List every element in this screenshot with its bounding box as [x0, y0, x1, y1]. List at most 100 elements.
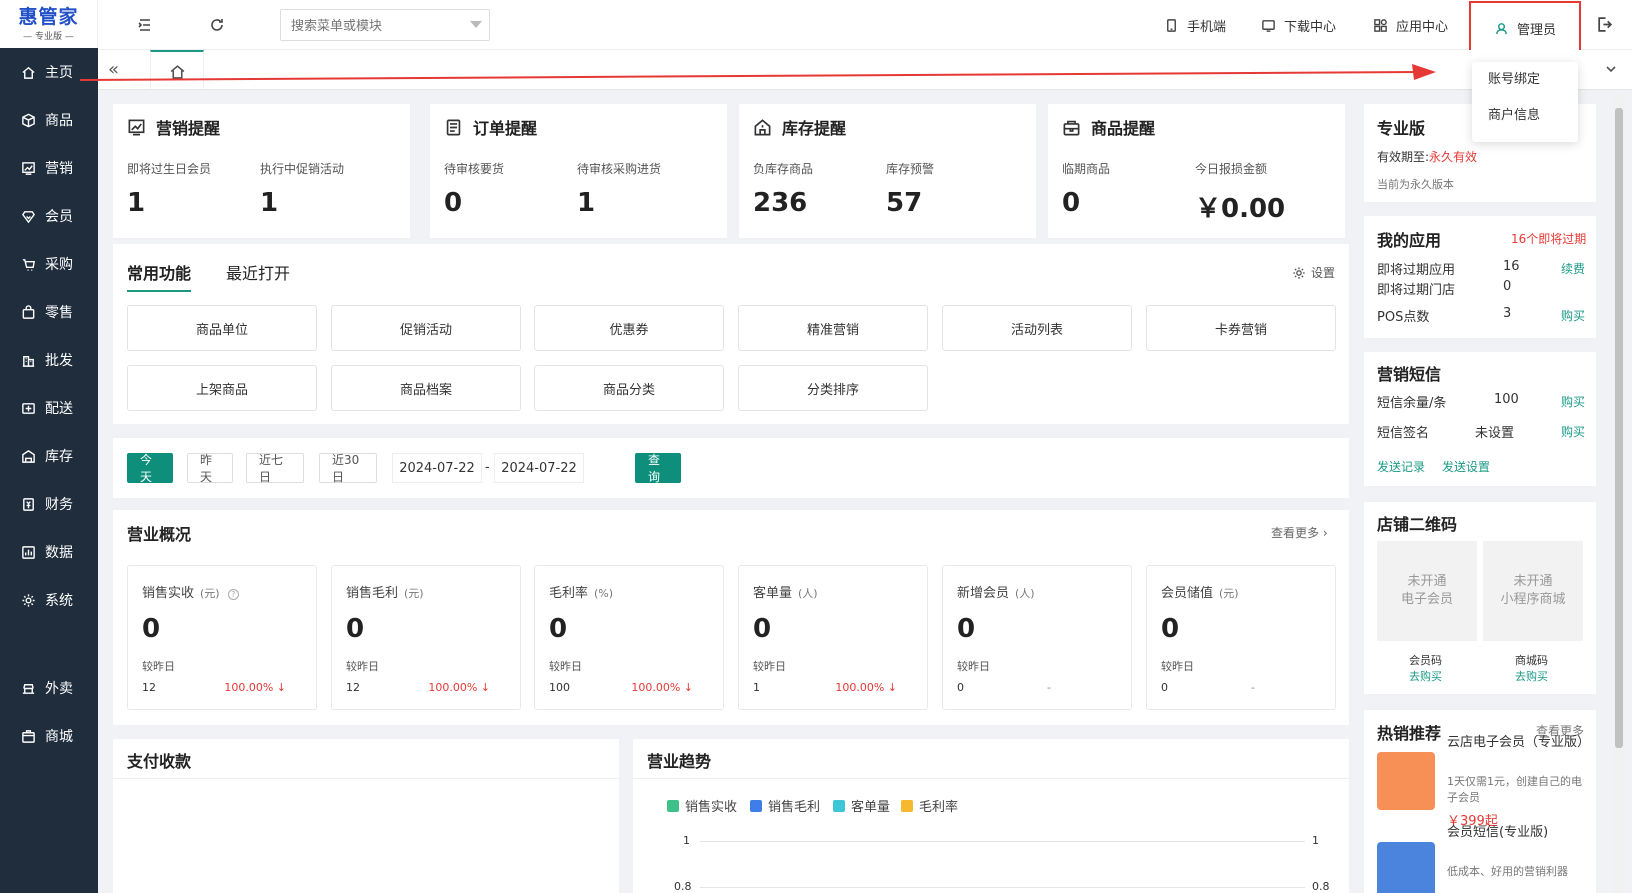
function-button-5[interactable]: 卡券营销: [1146, 305, 1336, 351]
qrcode-buy-link[interactable]: 去购买: [1515, 668, 1548, 684]
product-thumbnail[interactable]: [1377, 752, 1435, 810]
sidebar-item-11[interactable]: 系统: [0, 576, 98, 624]
sidebar-item-5[interactable]: 零售: [0, 288, 98, 336]
legend-item-2[interactable]: 客单量: [833, 796, 890, 815]
logout-icon[interactable]: [1596, 16, 1613, 37]
dropdown-item-account-binding[interactable]: 账号绑定: [1472, 62, 1578, 98]
overview-title: 营业概况: [127, 525, 192, 544]
tab-row: «: [98, 50, 1632, 90]
sidebar-item-9[interactable]: 财务: [0, 480, 98, 528]
trend-card: [633, 739, 1349, 893]
legend-item-0[interactable]: 销售实收: [667, 796, 737, 815]
send-settings-link[interactable]: 发送设置: [1442, 458, 1490, 475]
dropdown-item-merchant-info[interactable]: 商户信息: [1472, 98, 1578, 134]
query-button[interactable]: 查询: [635, 453, 681, 484]
app-center-link[interactable]: 应用中心: [1373, 14, 1448, 36]
payment-divider: [113, 778, 619, 779]
sidebar-item-7[interactable]: 配送: [0, 384, 98, 432]
sidebar-item-8[interactable]: 库存: [0, 432, 98, 480]
sidebar-item-4[interactable]: 采购: [0, 240, 98, 288]
legend-item-3[interactable]: 毛利率: [901, 796, 958, 815]
reminder-value[interactable]: 1: [260, 188, 278, 218]
metric-compare-label: 较昨日: [1161, 660, 1194, 673]
metric-box-3[interactable]: 客单量 (人) 0 较昨日 1 100.00% ↓: [738, 565, 928, 710]
menu-search-input[interactable]: [280, 9, 490, 41]
date-last30-button[interactable]: 近30日: [319, 453, 377, 484]
settings-link[interactable]: 设置: [1292, 264, 1335, 281]
hot-item-name[interactable]: 会员短信(专业版): [1447, 824, 1587, 841]
metric-box-4[interactable]: 新增会员 (人) 0 较昨日 0 -: [942, 565, 1132, 710]
function-button-9[interactable]: 分类排序: [738, 365, 928, 411]
date-yesterday-button[interactable]: 昨天: [187, 453, 233, 484]
my-apps-row-action[interactable]: 购买: [1561, 307, 1585, 324]
sidebar-item-6[interactable]: 批发: [0, 336, 98, 384]
tabs-more-icon[interactable]: [1604, 62, 1618, 80]
reminder-value[interactable]: 0: [444, 188, 462, 218]
metric-value: 0: [753, 614, 772, 644]
function-button-4[interactable]: 活动列表: [942, 305, 1132, 351]
page-scrollbar[interactable]: [1614, 94, 1624, 893]
date-today-button[interactable]: 今天: [127, 453, 173, 484]
sms-row-action[interactable]: 购买: [1561, 393, 1585, 410]
hot-item-name[interactable]: 云店电子会员（专业版）: [1447, 734, 1590, 751]
tab-home[interactable]: [150, 50, 204, 90]
sidebar-item-13[interactable]: 商城: [0, 712, 98, 760]
reminder-value[interactable]: 1: [577, 188, 595, 218]
function-button-2[interactable]: 优惠券: [534, 305, 724, 351]
date-last7-button[interactable]: 近七日: [246, 453, 304, 484]
metric-box-5[interactable]: 会员储值 (元) 0 较昨日 0 -: [1146, 565, 1336, 710]
sidebar-item-12[interactable]: 外卖: [0, 664, 98, 712]
sms-row-action[interactable]: 购买: [1561, 423, 1585, 440]
y-axis-left-tick-2: 0.8: [674, 880, 692, 893]
function-button-8[interactable]: 商品分类: [534, 365, 724, 411]
collapse-tabs-icon[interactable]: «: [108, 59, 119, 80]
help-icon[interactable]: ?: [227, 589, 239, 600]
mobile-link[interactable]: 手机端: [1164, 14, 1226, 36]
logo[interactable]: 惠管家 — 专业版 —: [0, 0, 98, 48]
building-icon: [20, 352, 36, 368]
legend-item-1[interactable]: 销售毛利: [750, 796, 820, 815]
my-apps-row-action[interactable]: 续费: [1561, 260, 1585, 277]
sidebar-item-label: 数据: [45, 545, 73, 561]
reminder-value[interactable]: ￥0.00: [1195, 188, 1285, 225]
tab-recently-opened[interactable]: 最近打开: [226, 260, 290, 284]
scrollbar-thumb[interactable]: [1615, 108, 1623, 748]
function-button-1[interactable]: 促销活动: [331, 305, 521, 351]
legend-label: 销售实收: [685, 800, 738, 815]
sidebar-item-3[interactable]: 会员: [0, 192, 98, 240]
reminder-value[interactable]: 57: [886, 188, 922, 218]
sidebar-item-10[interactable]: 数据: [0, 528, 98, 576]
metric-change: -: [1047, 681, 1051, 694]
my-apps-row-value: 16: [1503, 259, 1520, 274]
send-records-link[interactable]: 发送记录: [1377, 458, 1425, 475]
overview-more-link[interactable]: 查看更多 ›: [1271, 524, 1328, 541]
menu-toggle-icon[interactable]: [134, 14, 156, 36]
reminder-value[interactable]: 1: [127, 188, 145, 218]
tab-common-functions[interactable]: 常用功能: [127, 260, 192, 292]
function-button-7[interactable]: 商品档案: [331, 365, 521, 411]
qrcode-status: 未开通: [1513, 574, 1553, 589]
qrcode-buy-link[interactable]: 去购买: [1409, 668, 1442, 684]
download-center-link[interactable]: 下载中心: [1261, 14, 1336, 36]
sidebar-item-1[interactable]: 商品: [0, 96, 98, 144]
start-date-input[interactable]: 2024-07-22: [392, 453, 482, 483]
reminder-value[interactable]: 236: [753, 188, 807, 218]
metric-box-1[interactable]: 销售毛利 (元) 0 较昨日 12 100.00% ↓: [331, 565, 521, 710]
refresh-icon[interactable]: [206, 14, 228, 36]
function-button-6[interactable]: 上架商品: [127, 365, 317, 411]
reminder-label: 待审核要货: [444, 162, 505, 176]
function-button-3[interactable]: 精准营销: [738, 305, 928, 351]
sidebar-item-2[interactable]: 营销: [0, 144, 98, 192]
metric-value: 0: [1161, 614, 1180, 644]
reminder-value[interactable]: 0: [1062, 188, 1080, 218]
function-button-0[interactable]: 商品单位: [127, 305, 317, 351]
search-dropdown-caret-icon[interactable]: [470, 21, 482, 28]
metric-box-0[interactable]: 销售实收 (元) ? 0 较昨日 12 100.00% ↓: [127, 565, 317, 710]
metric-box-2[interactable]: 毛利率 (%) 0 较昨日 100 100.00% ↓: [534, 565, 724, 710]
product-thumbnail[interactable]: [1377, 842, 1435, 893]
metric-value: 0: [346, 614, 365, 644]
end-date-input[interactable]: 2024-07-22: [494, 453, 584, 483]
admin-user-menu[interactable]: 管理员: [1469, 1, 1581, 55]
order-icon: [446, 119, 461, 135]
sidebar-item-0[interactable]: 主页: [0, 48, 98, 96]
